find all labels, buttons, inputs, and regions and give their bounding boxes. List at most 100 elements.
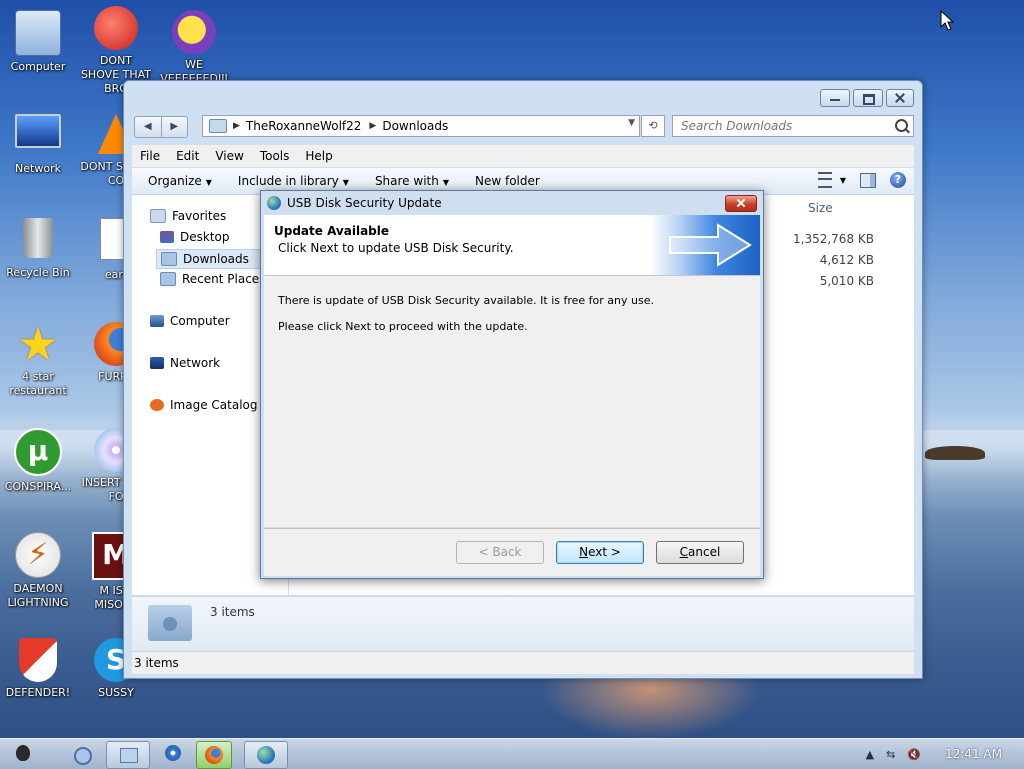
cancel-button[interactable]: Cancel <box>656 541 744 564</box>
yahoo-messenger-icon <box>172 10 216 54</box>
include-label: Include in library <box>237 174 339 188</box>
desktop-icon-recycle-bin[interactable]: Recycle Bin <box>2 218 74 280</box>
include-in-library-button[interactable]: Include in library ▼ <box>228 174 359 188</box>
taskbar: ▲ ⇆ 🔇 12:41 AM <box>0 738 1024 769</box>
nav-downloads[interactable]: Downloads <box>156 249 266 269</box>
file-size: 5,010 KB <box>819 274 874 288</box>
breadcrumb-arrow-icon[interactable]: ▶ <box>233 121 240 131</box>
view-list-icon <box>817 172 832 188</box>
item-count: 3 items <box>210 605 255 619</box>
folder-location-icon <box>209 119 227 133</box>
breadcrumb-arrow-icon[interactable]: ▶ <box>369 121 376 131</box>
maximize-button[interactable] <box>853 89 883 107</box>
usb-disk-security-icon <box>257 746 275 764</box>
search-input[interactable] <box>679 116 893 136</box>
taskbar-explorer[interactable] <box>106 741 150 769</box>
desktop-icon-daemon-lightning[interactable]: ⚡ DAEMON LIGHTNING <box>2 532 74 610</box>
menu-file[interactable]: File <box>132 149 168 163</box>
usb-update-dialog: USB Disk Security Update Update Availabl… <box>260 190 764 579</box>
menu-tools[interactable]: Tools <box>252 149 298 163</box>
size-column: Size <box>800 197 900 219</box>
network-tray-icon[interactable]: ⇆ <box>886 748 895 761</box>
nav-favorites-label: Favorites <box>172 209 227 223</box>
toolbar-right: ▼ ? <box>817 172 906 188</box>
dialog-body: There is update of USB Disk Security ava… <box>264 276 760 527</box>
cancel-mnemonic: C <box>679 545 689 559</box>
computer-icon <box>15 10 61 56</box>
share-label: Share with <box>374 174 439 188</box>
desktop-quick-icon[interactable] <box>74 747 92 765</box>
next-mnemonic: N <box>579 545 589 559</box>
clock[interactable]: 12:41 AM <box>945 747 1002 761</box>
explorer-icon <box>120 748 138 763</box>
tray-expand-icon[interactable]: ▲ <box>866 748 874 761</box>
volume-muted-icon[interactable]: 🔇 <box>907 748 921 761</box>
back-button[interactable]: < Back <box>456 541 544 564</box>
dialog-subheading: Click Next to update USB Disk Security. <box>278 241 514 255</box>
nav-recent-places[interactable]: Recent Places <box>160 272 265 286</box>
nav-network-label: Network <box>170 356 221 370</box>
next-label: ext > <box>588 545 621 559</box>
breadcrumb-downloads[interactable]: Downloads <box>382 119 448 133</box>
breadcrumb-user[interactable]: TheRoxanneWolf22 <box>246 119 361 133</box>
nav-computer[interactable]: Computer <box>150 314 230 328</box>
address-dropdown-icon[interactable]: ▼ <box>628 118 635 128</box>
desktop-icon-conspira[interactable]: µ CONSPIRA... <box>2 428 74 494</box>
menu-edit[interactable]: Edit <box>168 149 207 163</box>
dialog-header: Update Available Click Next to update US… <box>264 215 760 276</box>
navigation-bar: ◀ ▶ ▶ TheRoxanneWolf22 ▶ Downloads ▼ ⟲ <box>132 114 914 140</box>
dialog-close-button[interactable] <box>725 195 757 212</box>
desktop-icon-defender[interactable]: DEFENDER! <box>2 638 74 700</box>
search-box[interactable] <box>672 115 914 137</box>
change-view-button[interactable]: ▼ <box>817 172 846 188</box>
network-icon <box>15 114 61 148</box>
new-folder-button[interactable]: New folder <box>465 174 550 188</box>
menu-help[interactable]: Help <box>297 149 340 163</box>
quicktime-icon[interactable] <box>165 745 181 761</box>
star-favorites-icon <box>150 209 166 223</box>
taskbar-firefox[interactable] <box>196 741 232 769</box>
nav-image-catalog[interactable]: Image Catalog <box>150 398 257 412</box>
taskbar-usb-disk-security[interactable] <box>244 741 288 769</box>
dialog-footer: < Back Next > Cancel <box>264 528 760 576</box>
search-icon[interactable] <box>895 119 908 132</box>
organize-label: Organize <box>148 174 202 188</box>
desktop-icon-network[interactable]: Network <box>2 114 74 176</box>
rock <box>925 446 985 460</box>
size-column-header[interactable]: Size <box>800 197 900 219</box>
nav-desktop[interactable]: Desktop <box>160 230 230 244</box>
nav-computer-label: Computer <box>170 314 230 328</box>
start-button-icon[interactable] <box>16 745 30 761</box>
next-button[interactable]: Next > <box>556 541 644 564</box>
image-catalog-icon <box>150 399 164 411</box>
nav-network[interactable]: Network <box>150 356 220 370</box>
chevron-down-icon: ▼ <box>205 178 212 187</box>
nav-desktop-label: Desktop <box>180 230 230 244</box>
ccleaner-icon <box>94 6 138 50</box>
desktop-icon-4-star-restaurant[interactable]: ★ 4 star restaurant <box>2 321 74 398</box>
desktop-icon-we-veeeeedii[interactable]: WE VEEEEEEDIII <box>158 10 230 86</box>
nav-favorites[interactable]: Favorites <box>150 209 226 223</box>
preview-pane-icon[interactable] <box>860 172 876 188</box>
menu-view[interactable]: View <box>207 149 251 163</box>
address-bar[interactable]: ▶ TheRoxanneWolf22 ▶ Downloads ▼ <box>202 115 640 137</box>
recent-places-icon <box>160 272 176 286</box>
refresh-button[interactable]: ⟲ <box>641 115 665 137</box>
chevron-down-icon: ▼ <box>342 178 349 187</box>
share-with-button[interactable]: Share with ▼ <box>365 174 459 188</box>
minimize-button[interactable] <box>820 89 850 107</box>
menu-bar: File Edit View Tools Help <box>132 145 914 167</box>
help-icon[interactable]: ? <box>890 172 906 188</box>
system-tray: ▲ ⇆ 🔇 12:41 AM <box>860 739 1024 769</box>
mouse-cursor-icon <box>940 10 955 31</box>
back-arrow-icon[interactable]: ◀ <box>135 117 161 137</box>
forward-arrow-icon[interactable]: ▶ <box>160 117 188 137</box>
back-forward-buttons: ◀ ▶ <box>134 116 188 138</box>
recycle-bin-icon <box>23 218 53 258</box>
desktop-icon-computer[interactable]: Computer <box>2 10 74 74</box>
organize-button[interactable]: Organize ▼ <box>138 174 222 188</box>
cancel-label: ancel <box>688 545 721 559</box>
close-button[interactable] <box>886 89 914 107</box>
dialog-heading: Update Available <box>274 224 390 238</box>
dialog-title: USB Disk Security Update <box>287 196 442 210</box>
